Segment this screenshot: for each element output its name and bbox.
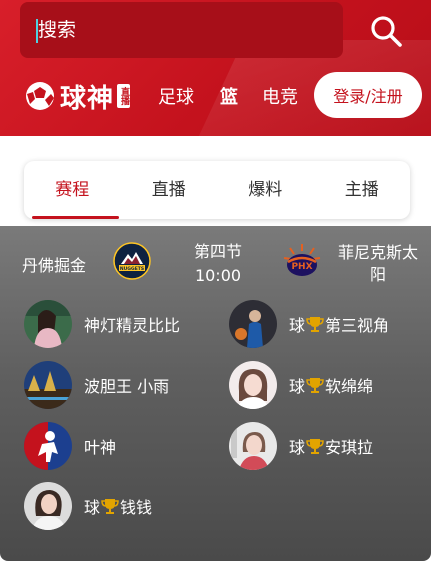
nuggets-logo-icon: NUGGETS — [113, 242, 151, 280]
match-status: 第四节 10:00 — [178, 240, 258, 288]
anchor-item[interactable]: 球安琪拉 — [229, 422, 373, 470]
svg-text:NUGGETS: NUGGETS — [120, 266, 144, 272]
content-tabs: 赛程 直播 爆料 主播 — [24, 161, 410, 219]
anchor-item[interactable]: 球第三视角 — [229, 300, 389, 348]
avatar — [229, 361, 277, 409]
anchor-name: 球安琪拉 — [289, 438, 374, 457]
avatar — [229, 300, 277, 348]
login-register-button[interactable]: 登录/注册 — [314, 72, 422, 118]
away-team-name: 菲尼克斯太 阳 — [337, 243, 418, 284]
avatar — [24, 361, 72, 409]
anchor-item[interactable]: 波胆王 小雨 — [24, 361, 169, 409]
search-input[interactable] — [38, 10, 328, 50]
nav-football[interactable]: 足球 — [158, 83, 194, 109]
live-panel: 丹佛掘金 NUGGETS 第四节 10:00 PHX 菲尼克斯太 阳 神灯精灵比… — [0, 226, 431, 561]
anchor-item[interactable]: 神灯精灵比比 — [24, 300, 180, 348]
tab-schedule[interactable]: 赛程 — [24, 161, 121, 219]
anchor-name: 叶神 — [84, 438, 117, 457]
match-card[interactable]: 丹佛掘金 NUGGETS 第四节 10:00 PHX 菲尼克斯太 阳 — [0, 226, 431, 296]
anchor-name: 球软绵绵 — [289, 377, 374, 396]
anchor-item[interactable]: 叶神 — [24, 422, 116, 470]
anchor-name: 神灯精灵比比 — [84, 316, 181, 335]
svg-text:PHX: PHX — [291, 262, 312, 272]
trophy-icon — [306, 317, 324, 332]
nav-basketball[interactable]: 篮 — [220, 83, 238, 109]
anchor-name: 球钱钱 — [84, 498, 153, 517]
trophy-icon — [101, 499, 119, 514]
match-period: 第四节 — [193, 242, 242, 261]
anchor-name: 球第三视角 — [289, 316, 390, 335]
trophy-icon — [306, 378, 324, 393]
app-header: 球神 直播 足球 篮 电竞 登录/注册 — [0, 0, 431, 136]
brand-logo[interactable]: 球神 直播 — [24, 79, 131, 114]
home-team-name: 丹佛掘金 — [22, 256, 87, 275]
nav-esports[interactable]: 电竞 — [262, 83, 298, 109]
trophy-icon — [306, 439, 324, 454]
anchor-name: 波胆王 小雨 — [84, 377, 170, 396]
brand-name: 球神 — [60, 83, 115, 114]
avatar — [229, 422, 277, 470]
anchor-item[interactable]: 球钱钱 — [24, 482, 152, 530]
tab-live[interactable]: 直播 — [121, 161, 218, 219]
brand-badge: 直播 — [117, 84, 131, 108]
tab-news[interactable]: 爆料 — [217, 161, 314, 219]
avatar — [24, 422, 72, 470]
soccer-ball-logo-icon — [26, 82, 54, 110]
anchor-item[interactable]: 球软绵绵 — [229, 361, 373, 409]
tab-anchors[interactable]: 主播 — [314, 161, 411, 219]
avatar — [24, 482, 72, 530]
suns-logo-icon: PHX — [283, 244, 321, 276]
match-clock: 10:00 — [194, 266, 242, 285]
avatar — [24, 300, 72, 348]
search-icon[interactable] — [369, 14, 403, 48]
search-box[interactable] — [20, 2, 343, 58]
